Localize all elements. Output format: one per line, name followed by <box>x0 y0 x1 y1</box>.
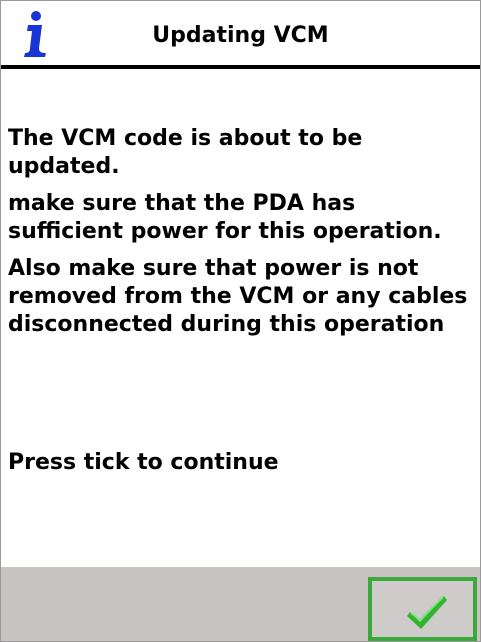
message-paragraph-3: Also make sure that power is not removed… <box>8 256 468 337</box>
dialog-header: Updating VCM <box>1 1 480 69</box>
confirm-tick-button[interactable] <box>368 577 477 641</box>
tick-icon <box>407 596 447 629</box>
continue-instruction: Press tick to continue <box>8 450 279 475</box>
dialog-title: Updating VCM <box>152 23 329 48</box>
dialog-message: The VCM code is about to be updated. mak… <box>8 125 474 348</box>
dialog-window: Updating VCM The VCM code is about to be… <box>0 0 481 642</box>
dialog-footer <box>1 567 480 641</box>
message-paragraph-2: make sure that the PDA has sufficient po… <box>8 191 442 244</box>
message-paragraph-1: The VCM code is about to be updated. <box>8 126 363 179</box>
header-divider <box>1 65 480 69</box>
